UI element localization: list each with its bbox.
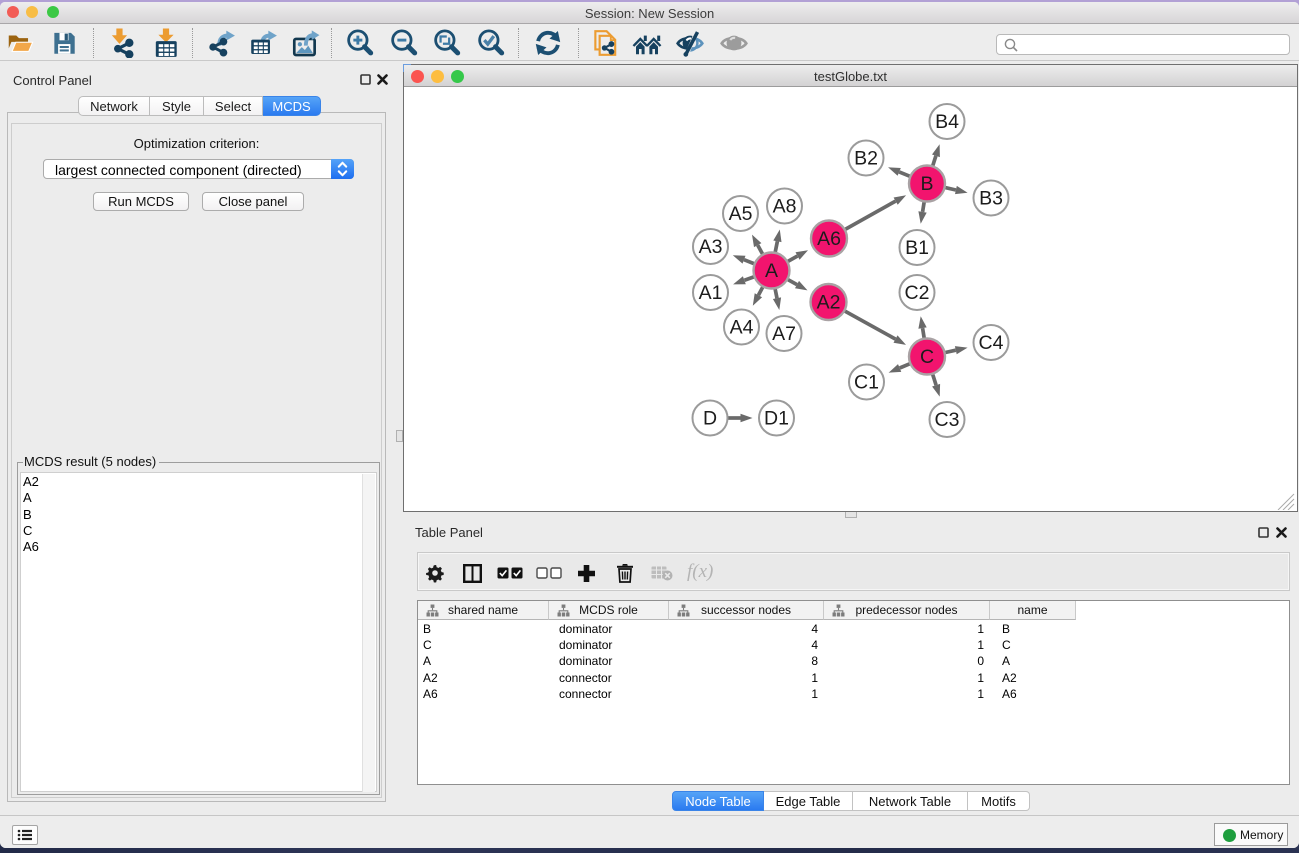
svg-text:A2: A2 [817,292,841,314]
svg-text:C3: C3 [935,409,960,431]
svg-text:A6: A6 [817,228,841,250]
svg-text:A4: A4 [730,317,754,339]
svg-text:A3: A3 [699,236,723,258]
svg-text:C1: C1 [854,372,879,394]
svg-text:D: D [703,408,717,430]
svg-text:B3: B3 [979,188,1003,210]
svg-text:A8: A8 [773,196,797,218]
svg-text:A5: A5 [729,203,753,225]
svg-text:B: B [920,173,933,195]
svg-text:B1: B1 [905,237,929,259]
svg-text:A: A [765,260,778,282]
svg-text:D1: D1 [764,408,789,430]
svg-text:B4: B4 [935,111,959,133]
svg-text:C2: C2 [905,282,930,304]
svg-text:C: C [920,346,934,368]
svg-text:A7: A7 [772,323,796,345]
svg-text:B2: B2 [854,148,878,170]
svg-text:A1: A1 [699,282,723,304]
svg-text:C4: C4 [979,332,1004,354]
